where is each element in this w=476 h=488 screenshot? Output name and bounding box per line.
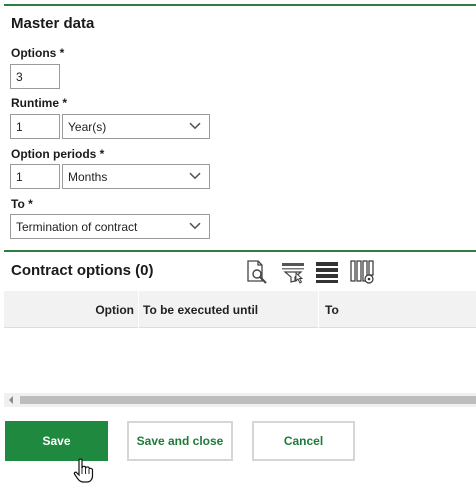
runtime-unit-value: Year(s)	[68, 119, 107, 134]
column-header-to[interactable]: To	[325, 291, 465, 328]
option-periods-input[interactable]: 1	[10, 164, 60, 189]
column-settings-icon[interactable]	[350, 259, 374, 285]
cancel-button[interactable]: Cancel	[252, 421, 355, 461]
chevron-down-icon	[189, 122, 201, 129]
scrollbar-thumb[interactable]	[20, 396, 476, 404]
runtime-label: Runtime *	[11, 96, 68, 110]
option-periods-label: Option periods *	[11, 147, 105, 161]
rows-icon[interactable]	[315, 259, 339, 285]
scroll-left-arrow-icon[interactable]	[9, 396, 13, 404]
top-divider	[4, 4, 476, 6]
column-header-option[interactable]: Option	[4, 291, 134, 328]
hand-cursor-icon	[73, 458, 94, 483]
options-label: Options *	[11, 46, 65, 60]
to-value: Termination of contract	[16, 219, 138, 234]
save-button[interactable]: Save	[5, 421, 108, 461]
chevron-down-icon	[189, 172, 201, 179]
column-separator	[138, 291, 139, 328]
runtime-unit-select[interactable]: Year(s)	[62, 114, 210, 139]
horizontal-scrollbar[interactable]	[4, 393, 476, 407]
chevron-down-icon	[189, 222, 201, 229]
grid-header: Option To be executed until To	[4, 291, 476, 328]
section-divider	[4, 250, 476, 252]
to-label: To *	[11, 197, 33, 211]
runtime-input[interactable]: 1	[10, 114, 60, 139]
option-periods-unit-select[interactable]: Months	[62, 164, 210, 189]
document-search-icon[interactable]	[245, 259, 269, 285]
options-input[interactable]: 3	[10, 64, 60, 89]
save-and-close-button[interactable]: Save and close	[127, 421, 233, 461]
column-separator	[318, 291, 319, 328]
column-header-execute-until[interactable]: To be executed until	[143, 291, 313, 328]
filter-select-icon[interactable]	[281, 259, 305, 285]
section-title-contract-options: Contract options (0)	[11, 262, 154, 279]
section-title-master-data: Master data	[11, 15, 95, 32]
to-select[interactable]: Termination of contract	[10, 214, 210, 239]
option-periods-unit-value: Months	[68, 169, 108, 184]
